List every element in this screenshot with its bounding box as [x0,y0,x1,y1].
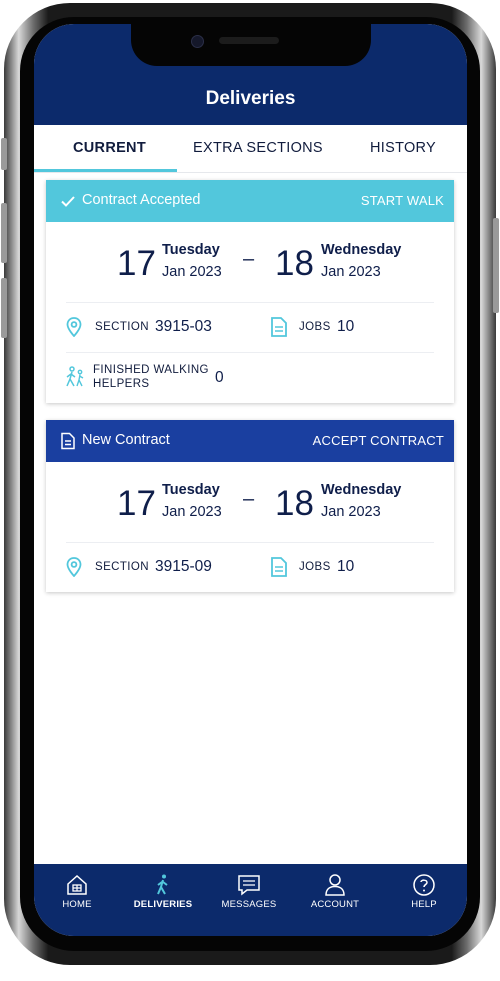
section-value: 3915-03 [155,318,212,335]
jobs-label: JOBS [299,321,331,333]
side-button-left-3 [1,278,7,338]
card-status-label: New Contract [82,432,170,448]
nav-deliveries[interactable]: DELIVERIES [120,864,206,924]
location-pin-icon [66,557,82,577]
divider [66,542,434,543]
card-status-bar: New Contract ACCEPT CONTRACT [46,420,454,462]
section-label: SECTION [95,321,149,333]
start-day: 17 [117,244,156,283]
delivery-card[interactable]: Contract Accepted START WALK 17 Tuesday … [46,180,454,403]
bottom-nav: HOME DELIVERIES MESSAGES ACCOUNT HELP [34,864,467,936]
jobs-value: 10 [337,318,355,335]
helpers-label-line2: HELPERS [93,378,150,390]
help-icon [413,874,435,896]
start-weekday: Tuesday [162,482,220,498]
start-month: Jan 2023 [162,504,222,520]
start-walk-button[interactable]: START WALK [361,193,444,208]
tab-extra-sections[interactable]: EXTRA SECTIONS [193,140,323,156]
date-range: 17 Tuesday Jan 2023 – 18 Wednesday Jan 2… [46,222,454,302]
nav-help-label: HELP [411,899,437,910]
date-range: 17 Tuesday Jan 2023 – 18 Wednesday Jan 2… [46,462,454,542]
home-icon [67,874,87,895]
accept-contract-button[interactable]: ACCEPT CONTRACT [313,433,444,448]
end-weekday: Wednesday [321,242,402,258]
nav-deliveries-label: DELIVERIES [133,899,193,910]
card-status-bar: Contract Accepted START WALK [46,180,454,222]
notch [131,24,371,66]
divider [66,352,434,353]
check-icon [61,196,75,207]
person-icon [325,874,345,896]
side-button-left-1 [1,138,7,170]
nav-account[interactable]: ACCOUNT [292,864,378,924]
document-icon [61,432,75,450]
page-title: Deliveries [205,88,296,109]
card-status-label: Contract Accepted [82,192,201,208]
walking-helpers-icon [66,366,84,387]
camera-icon [191,35,204,48]
end-day: 18 [275,244,314,283]
document-icon [271,557,287,577]
section-value: 3915-09 [155,558,212,575]
end-month: Jan 2023 [321,264,381,280]
screen: Deliveries CURRENT EXTRA SECTIONS HISTOR… [34,24,467,936]
nav-help[interactable]: HELP [381,864,467,924]
date-separator: – [243,488,255,510]
end-weekday: Wednesday [321,482,402,498]
date-separator: – [243,248,255,270]
nav-messages[interactable]: MESSAGES [206,864,292,924]
side-button-right [493,218,499,313]
start-day: 17 [117,484,156,523]
section-label: SECTION [95,561,149,573]
side-button-left-2 [1,203,7,263]
message-icon [238,875,260,896]
start-weekday: Tuesday [162,242,220,258]
tab-current[interactable]: CURRENT [73,140,146,156]
delivery-card[interactable]: New Contract ACCEPT CONTRACT 17 Tuesday … [46,420,454,592]
nav-account-label: ACCOUNT [310,899,360,910]
start-month: Jan 2023 [162,264,222,280]
nav-messages-label: MESSAGES [221,899,277,910]
end-month: Jan 2023 [321,504,381,520]
end-day: 18 [275,484,314,523]
helpers-value: 0 [215,369,224,386]
nav-home-label: HOME [62,899,92,910]
tab-history[interactable]: HISTORY [370,140,436,156]
tab-active-indicator [34,169,177,172]
nav-home[interactable]: HOME [34,864,120,924]
speaker [219,37,279,44]
document-icon [271,317,287,337]
divider [66,302,434,303]
helpers-label-line1: FINISHED WALKING [93,364,209,376]
location-pin-icon [66,317,82,337]
tab-bar: CURRENT EXTRA SECTIONS HISTORY [34,125,467,173]
jobs-value: 10 [337,558,355,575]
jobs-label: JOBS [299,561,331,573]
walking-icon [157,874,168,895]
